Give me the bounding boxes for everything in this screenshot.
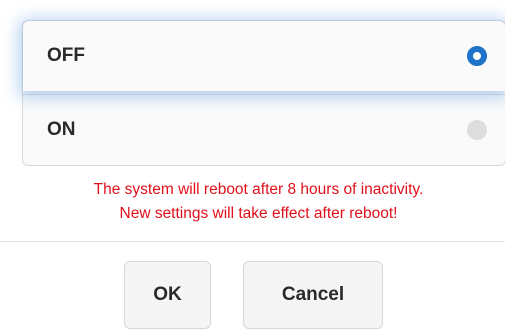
option-on[interactable]: ON [23, 94, 505, 164]
radio-unselected-icon[interactable] [467, 119, 487, 140]
option-on-label: ON [47, 118, 76, 140]
ok-button[interactable]: OK [124, 261, 211, 329]
reboot-warning-line-1: The system will reboot after 8 hours of … [93, 181, 424, 198]
reboot-settings-dialog: OFF ON The system will reboot after 8 ho… [0, 0, 505, 330]
radio-selected-icon[interactable] [467, 46, 487, 66]
divider [0, 241, 505, 242]
reboot-option-group: OFF ON [22, 20, 505, 166]
reboot-warning-line-2: New settings will take effect after rebo… [119, 205, 398, 222]
option-off-label: OFF [47, 45, 85, 66]
reboot-warning: The system will reboot after 8 hours of … [0, 178, 505, 226]
cancel-button[interactable]: Cancel [243, 261, 383, 329]
option-off[interactable]: OFF [23, 21, 505, 91]
